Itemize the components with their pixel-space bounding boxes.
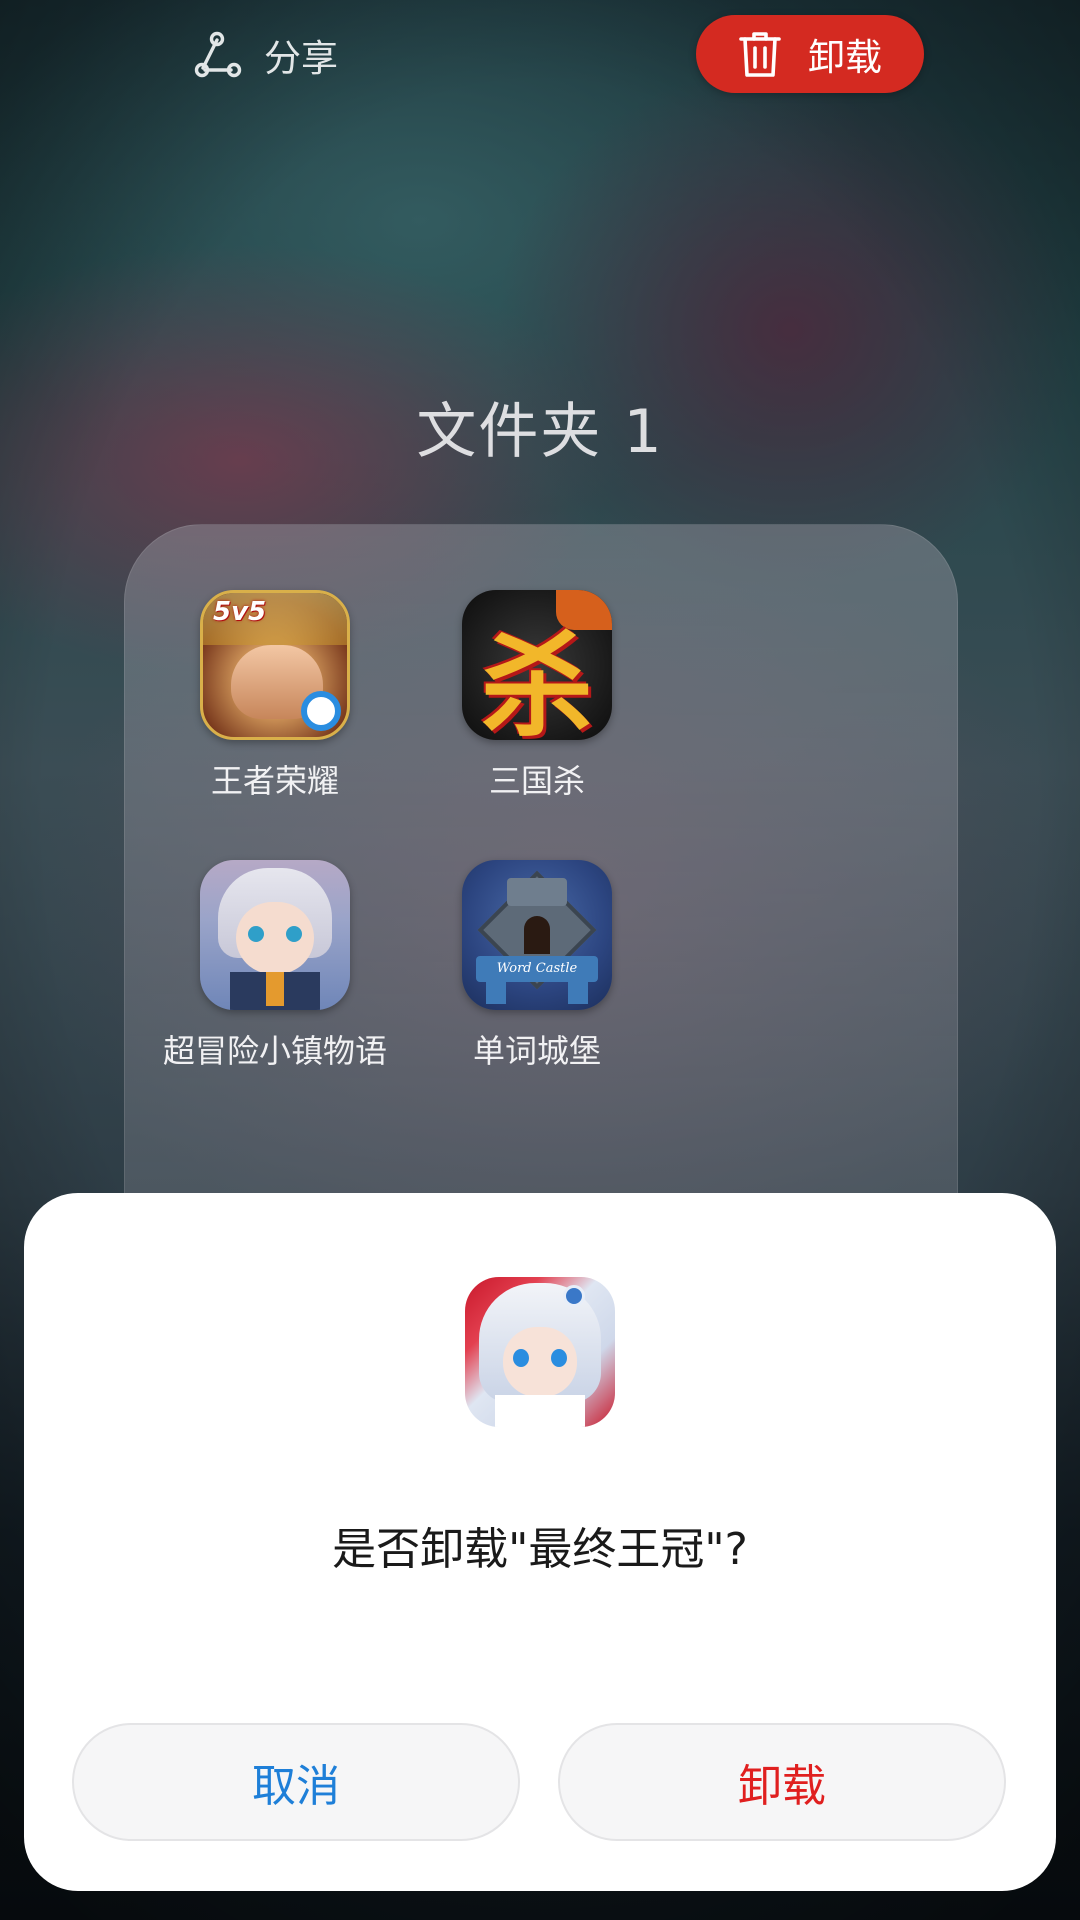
banner-ribbon-right [568,980,588,1004]
share-label: 分享 [264,37,338,80]
character-collar-shape [495,1395,585,1427]
word-castle-banner: Word Castle [476,956,598,982]
app-item-honor-of-kings[interactable]: 5v5 王者荣耀 [140,590,410,802]
uninstall-confirm-dialog: 是否卸载"最终王冠"? 取消 卸载 [24,1193,1056,1891]
character-face-shape [236,902,314,974]
character-eye-right [551,1349,567,1367]
trash-icon [739,32,781,77]
app-item-word-castle[interactable]: Word Castle 单词城堡 [402,860,672,1072]
confirm-uninstall-button[interactable]: 卸载 [558,1723,1006,1841]
app-label: 单词城堡 [472,1032,601,1070]
dialog-message: 是否卸载"最终王冠"? [332,1524,748,1575]
app-item-sanguosha[interactable]: 杀 三国杀 [402,590,672,802]
publisher-logo-icon [301,691,341,731]
folder-title[interactable]: 文件夹 1 [0,383,1080,470]
character-eye-right [286,926,302,942]
character-eye-left [248,926,264,942]
character-tie-shape [266,972,284,1006]
kill-glyph: 杀 [481,621,593,740]
banner-ribbon-left [486,980,506,1004]
app-label: 超冒险小镇物语 [162,1032,387,1070]
app-item-adventure-town[interactable]: 超冒险小镇物语 [140,860,410,1072]
honor-of-kings-app-icon[interactable]: 5v5 [200,590,350,740]
castle-gate-shape [524,916,550,954]
hair-ornament-shape [563,1285,585,1307]
sanguosha-app-icon[interactable]: 杀 [462,590,612,740]
character-eye-left [513,1349,529,1367]
uninstall-label: 卸载 [808,36,882,79]
uninstall-drop-target[interactable]: 卸载 [696,15,924,93]
home-screen-folder-view: 分享 卸载 文件夹 1 5v5 王者荣耀 杀 三国杀 超冒险小镇物语 Word … [0,0,1080,1920]
share-icon [194,31,242,78]
share-action[interactable]: 分享 [192,22,338,88]
adventure-town-app-icon[interactable] [200,860,350,1010]
final-crown-app-icon [465,1277,615,1427]
app-label: 三国杀 [488,762,585,800]
word-castle-app-icon[interactable]: Word Castle [462,860,612,1010]
app-label: 王者荣耀 [210,762,339,800]
cancel-button[interactable]: 取消 [72,1723,520,1841]
castle-tower-shape [507,878,567,906]
5v5-badge: 5v5 [213,597,267,627]
